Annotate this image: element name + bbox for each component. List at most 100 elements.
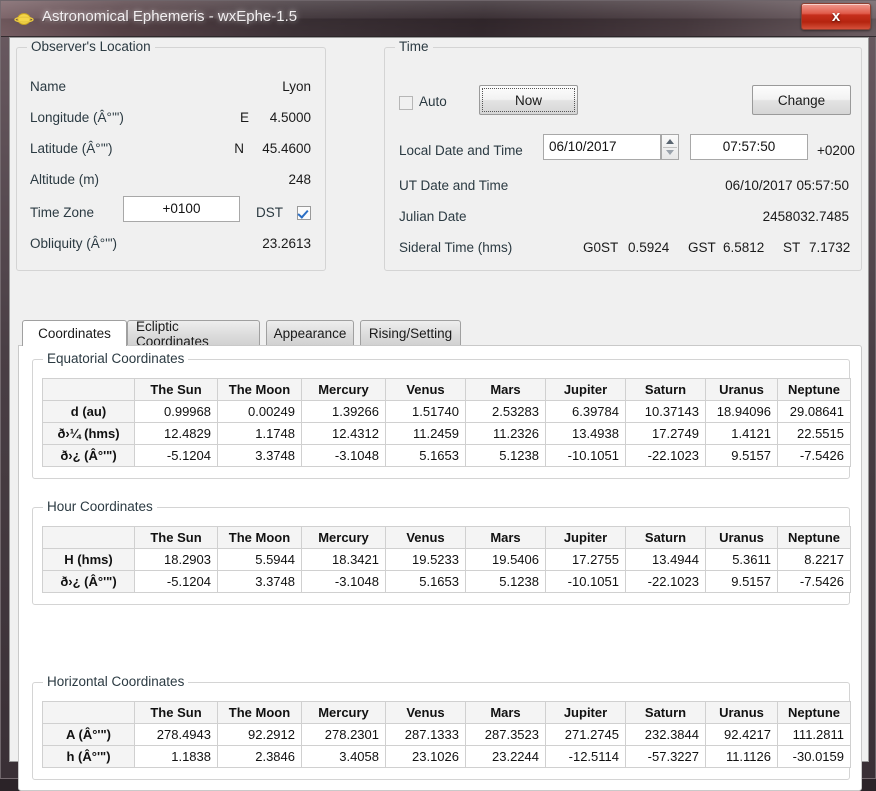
title-bar[interactable]: Astronomical Ephemeris - wxEphe-1.5 x [1, 1, 876, 37]
hz-col-jupiter: Jupiter [545, 701, 626, 724]
date-spinner[interactable] [661, 134, 679, 160]
table-row: ð›¿ (Â°'") -5.1204 3.3748 -3.1048 5.1653… [42, 444, 851, 467]
eq-cell: 0.99968 [134, 400, 218, 423]
hz-cell: 23.2244 [465, 745, 546, 768]
hz-cell: 271.2745 [545, 723, 626, 746]
spinner-down-icon[interactable] [666, 150, 674, 155]
client-area: Observer's Location Name Lyon Longitude … [9, 37, 869, 791]
hr-cell: -10.1051 [545, 570, 626, 593]
equatorial-coordinates-title: Equatorial Coordinates [43, 351, 189, 366]
hz-cell: 2.3846 [217, 745, 302, 768]
observer-location-title: Observer's Location [27, 39, 155, 54]
eq-cell: 1.1748 [217, 422, 302, 445]
horizontal-coordinates-table[interactable]: The Sun The Moon Mercury Venus Mars Jupi… [42, 701, 851, 768]
tab-coordinates[interactable]: Coordinates [22, 320, 127, 346]
hz-col-saturn: Saturn [625, 701, 706, 724]
eq-cell: -22.1023 [625, 444, 706, 467]
auto-checkbox[interactable] [399, 96, 413, 110]
hz-cell: 278.2301 [301, 723, 386, 746]
hour-coordinates-group: Hour Coordinates The Sun The Moon Mercur… [32, 499, 851, 605]
horizontal-coordinates-group: Horizontal Coordinates The Sun The Moon … [32, 674, 851, 780]
hr-col-the-moon: The Moon [217, 526, 302, 549]
hr-cell: 17.2755 [545, 548, 626, 571]
hz-cell: 287.3523 [465, 723, 546, 746]
eq-cell: 9.5157 [705, 444, 778, 467]
eq-col-mercury: Mercury [301, 378, 386, 401]
eq-cell: 18.94096 [705, 400, 778, 423]
eq-cell: 17.2749 [625, 422, 706, 445]
close-button[interactable]: x [801, 3, 871, 30]
table-row: h (Â°'") 1.1838 2.3846 3.4058 23.1026 23… [42, 745, 851, 768]
eq-cell: 1.51740 [385, 400, 466, 423]
hr-col-jupiter: Jupiter [545, 526, 626, 549]
eq-cell: -10.1051 [545, 444, 626, 467]
spinner-up-icon[interactable] [666, 139, 674, 144]
julian-date-label: Julian Date [399, 209, 467, 224]
table-row: ð›¿ (Â°'") -5.1204 3.3748 -3.1048 5.1653… [42, 570, 851, 593]
tab-appearance[interactable]: Appearance [266, 320, 354, 346]
hr-row-label-delta: ð›¿ (Â°'") [42, 570, 135, 593]
hr-cell: -3.1048 [301, 570, 386, 593]
hz-cell: 1.1838 [134, 745, 218, 768]
timezone-input[interactable]: +0100 [123, 196, 240, 222]
local-date-input[interactable]: 06/10/2017 [543, 134, 661, 160]
eq-row-label-delta: ð›¿ (Â°'") [42, 444, 135, 467]
window-title: Astronomical Ephemeris - wxEphe-1.5 [42, 8, 298, 25]
hr-cell: 9.5157 [705, 570, 778, 593]
observer-location-group: Observer's Location Name Lyon Longitude … [16, 39, 326, 271]
longitude-label: Longitude (Â°'") [30, 110, 124, 125]
tab-strip: Coordinates Ecliptic Coordinates Appeara… [18, 319, 862, 349]
altitude-label: Altitude (m) [30, 172, 100, 187]
hr-col-the-sun: The Sun [134, 526, 218, 549]
eq-cell: 12.4312 [301, 422, 386, 445]
eq-col-neptune: Neptune [777, 378, 851, 401]
hr-cell: -7.5426 [777, 570, 851, 593]
hr-col-neptune: Neptune [777, 526, 851, 549]
hr-cell: 5.1238 [465, 570, 546, 593]
hz-cell: -12.5114 [545, 745, 626, 768]
spinner-divider [663, 147, 677, 148]
coordinates-tab-panel: Equatorial Coordinates The Sun The Moon … [18, 345, 862, 791]
hz-row-label-h: h (Â°'") [42, 745, 135, 768]
eq-col-saturn: Saturn [625, 378, 706, 401]
eq-cell: 5.1653 [385, 444, 466, 467]
hr-cell: 13.4944 [625, 548, 706, 571]
tab-ecliptic-coordinates[interactable]: Ecliptic Coordinates [127, 319, 260, 349]
hour-coordinates-table[interactable]: The Sun The Moon Mercury Venus Mars Jupi… [42, 526, 851, 593]
hz-cell: -57.3227 [625, 745, 706, 768]
time-group: Time Auto Now Change Local Date and Time… [384, 39, 862, 271]
hz-cell: 3.4058 [301, 745, 386, 768]
ut-datetime-value: 06/10/2017 05:57:50 [725, 178, 849, 193]
hz-cell: 11.1126 [705, 745, 778, 768]
dst-checkbox[interactable] [297, 206, 311, 220]
hr-col-uranus: Uranus [705, 526, 778, 549]
change-button[interactable]: Change [752, 85, 851, 115]
tab-rising-setting[interactable]: Rising/Setting [360, 320, 461, 346]
hr-cell: 19.5233 [385, 548, 466, 571]
eq-cell: 11.2326 [465, 422, 546, 445]
local-time-input[interactable]: 07:57:50 [690, 134, 808, 160]
application-window: Astronomical Ephemeris - wxEphe-1.5 x Ob… [0, 0, 876, 791]
table-row: A (Â°'") 278.4943 92.2912 278.2301 287.1… [42, 723, 851, 746]
local-datetime-label: Local Date and Time [399, 143, 523, 158]
equatorial-coordinates-table[interactable]: The Sun The Moon Mercury Venus Mars Jupi… [42, 378, 851, 467]
hr-cell: 5.1653 [385, 570, 466, 593]
hr-cell: -5.1204 [134, 570, 218, 593]
eq-cell: 1.39266 [301, 400, 386, 423]
now-button[interactable]: Now [479, 85, 578, 115]
local-utc-offset: +0200 [817, 143, 855, 158]
julian-date-value: 2458032.7485 [762, 209, 849, 224]
eq-cell: 29.08641 [777, 400, 851, 423]
hz-cell: 287.1333 [385, 723, 466, 746]
auto-label: Auto [419, 94, 447, 109]
eq-cell: 11.2459 [385, 422, 466, 445]
eq-col-the-sun: The Sun [134, 378, 218, 401]
hr-col-mercury: Mercury [301, 526, 386, 549]
table-row: ð›¼ (hms) 12.4829 1.1748 12.4312 11.2459… [42, 422, 851, 445]
g0st-value: 0.5924 [628, 240, 670, 255]
eq-cell: 10.37143 [625, 400, 706, 423]
obliquity-value: 23.2613 [262, 236, 311, 251]
longitude-hemisphere: E [239, 110, 249, 125]
hz-col-uranus: Uranus [705, 701, 778, 724]
hr-col-mars: Mars [465, 526, 546, 549]
